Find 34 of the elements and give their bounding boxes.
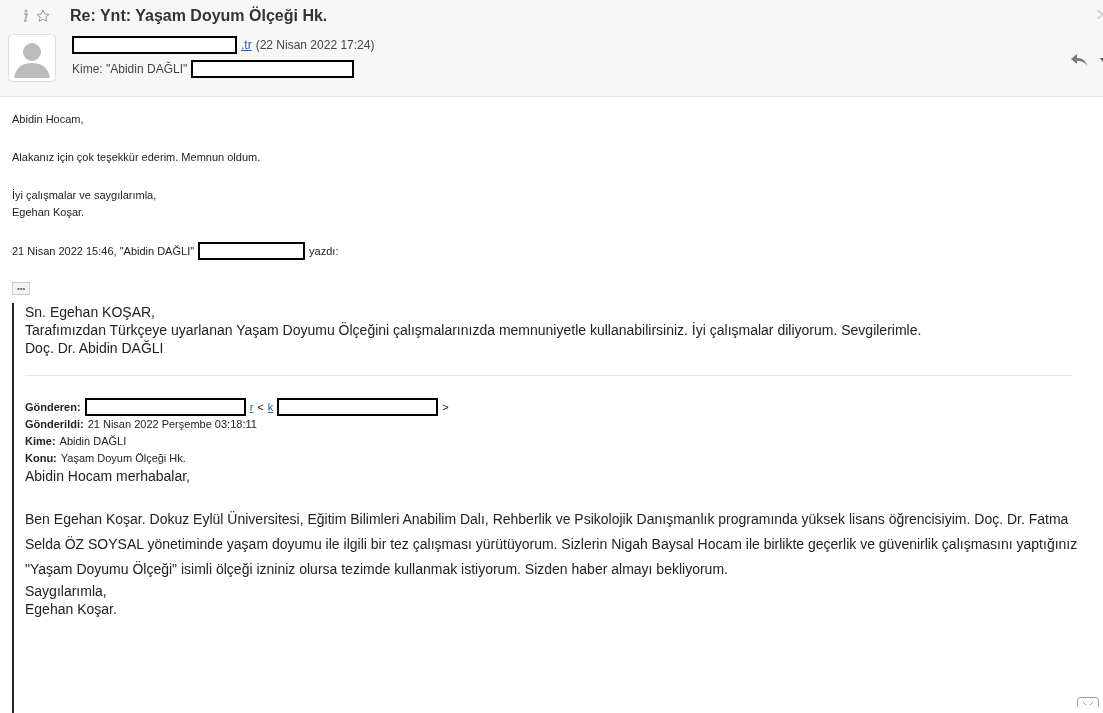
sent-date: (22 Nisan 2022 17:24) (255, 38, 375, 52)
sender-link[interactable]: .tr (241, 38, 252, 52)
angle-bracket: < (257, 399, 264, 415)
message-text: Egehan Koşar. (12, 205, 86, 220)
sender-link[interactable]: r (249, 398, 254, 416)
field-label: Gönderildi: (25, 417, 84, 432)
field-label: Kime: (25, 434, 56, 449)
quoted-text: Sn. Egehan KOŞAR, (25, 303, 156, 321)
recipient-label: Kime: "Abidin DAĞLI" (72, 62, 188, 76)
field-value: Abidin DAĞLI (59, 434, 127, 449)
star-icon[interactable] (36, 9, 50, 23)
attribution-text: 21 Nisan 2022 15:46, "Abidin DAĞLI" (12, 243, 195, 259)
email-link[interactable]: k (267, 398, 274, 416)
angle-bracket: > (442, 399, 449, 415)
expand-icon[interactable] (1077, 697, 1099, 707)
message-text: Abidin Hocam, (12, 112, 85, 127)
show-quoted-button[interactable]: ••• (12, 282, 31, 295)
attribution-text: yazdı: (309, 243, 339, 259)
closing-text: Saygılarımla, (25, 582, 108, 600)
quoted-text: Doç. Dr. Abidin DAĞLI (25, 339, 165, 357)
field-value: 21 Nisan 2022 Perşembe 03:18:11 (87, 417, 257, 432)
reply-icon[interactable] (1070, 53, 1088, 67)
message-text: Alakanız için çok teşekkür ederim. Memnun oldum. (12, 150, 262, 165)
closing-text: Egehan Koşar. (25, 600, 118, 618)
close-icon[interactable] (1097, 10, 1103, 19)
greeting-text: Abidin Hocam merhabalar, (25, 467, 191, 485)
message-text: İyi çalışmalar ve saygılarımla, (12, 188, 158, 203)
message-paragraph: Ben Egehan Koşar. Dokuz Eylül Üniversitesi, Eğitim Bilimleri Anabilim Dalı, Rehberlik ve Psikolojik Danışmanlık programında yüksek lisans öğrencisiyim. Doç. Dr. Fatma Selda ÖZ SOYSAL yönetiminde yaşam doyumu ile ilgili bir tez çalışması yürütüyorum. Sizlerin Nigah Baysal Hocam ile birlikte geçerlik ve güvenirlik çalışmasını yaptığınız "Yaşam Doyumu Ölçeği" isimli ölçeği izniniz olursa tezimde kullanmak istiyorum. Sizden haber almayı bekliyorum. (25, 510, 1079, 579)
field-value: Yaşam Doyum Ölçeği Hk. (60, 451, 186, 466)
quoted-text: Tarafımızdan Türkçeye uyarlanan Yaşam Doyumu Ölçeğini çalışmalarınızda memnuniyetle kullanabilirsiniz. İyi çalışmalar diliyorum. Sevgilerimle. (25, 321, 923, 339)
avatar-icon (8, 34, 56, 82)
subject-title: Re: Ynt: Yaşam Doyum Ölçeği Hk. (70, 7, 328, 25)
field-label: Gönderen: (25, 399, 81, 415)
field-label: Konu: (25, 451, 57, 466)
